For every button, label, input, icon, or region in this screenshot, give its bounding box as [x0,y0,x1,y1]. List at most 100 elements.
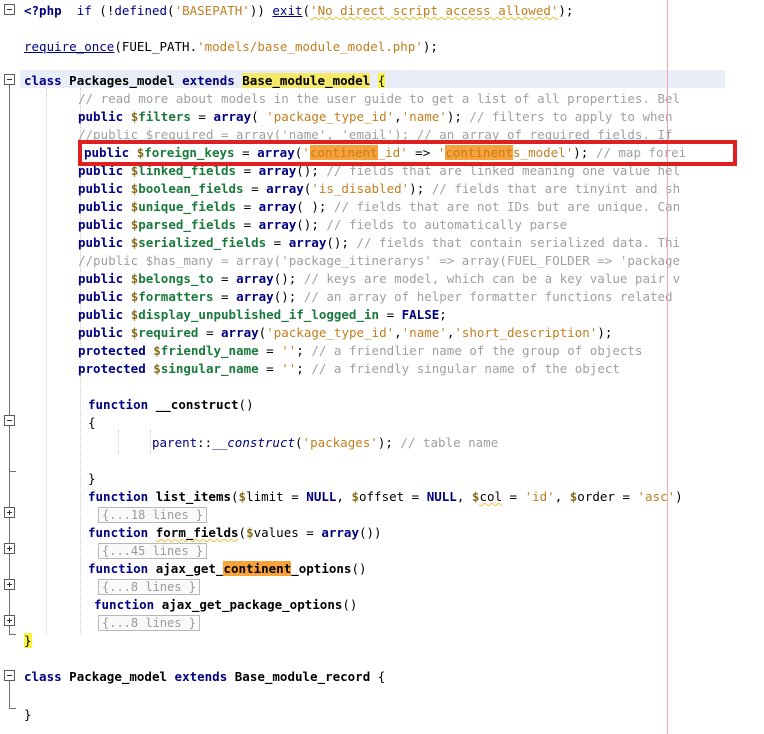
token-comment: // keys are model, which can be a key va… [303,271,681,286]
fold-toggle-collapse-php[interactable] [4,4,15,15]
token-comment: // a friendlier name of the group of obj… [311,343,643,358]
token-string-is-disabled: 'is_disabled' [311,181,410,196]
code-line-15-commented-out[interactable]: //public $has_many = array('package_itin… [78,252,680,270]
token-dollar: $ [153,343,161,358]
token-keyword-function: function [88,561,149,576]
token-var-friendly-name: friendly_name [160,343,259,358]
code-line-7[interactable]: public $filters = array( 'package_type_i… [78,108,673,126]
token-var-serialized-fields: serialized_fields [138,235,267,250]
token-visibility-public: public [78,235,124,250]
code-line-18[interactable]: public $display_unpublished_if_logged_in… [78,306,447,324]
code-line-28-list-items-signature[interactable]: function list_items($limit = NULL, $offs… [88,488,683,506]
token-keyword-extends: extends [174,669,228,684]
code-line-13[interactable]: public $parsed_fields = array(); // fiel… [78,216,567,234]
fold-toggle-collapse-class[interactable] [4,74,15,85]
token-visibility-public: public [78,289,124,304]
token-keyword-function: function [88,397,149,412]
code-line-20[interactable]: protected $friendly_name = ''; // a frie… [78,342,642,360]
token-var-parsed-fields: parsed_fields [138,217,237,232]
code-line-38-class-record-declaration[interactable]: class Package_model extends Base_module_… [24,668,385,686]
code-line-25-parent-construct[interactable]: parent::__construct('packages'); // tabl… [152,434,498,452]
token-fn-construct: __construct [155,397,239,412]
token-visibility-protected: protected [78,343,146,358]
code-line-12[interactable]: public $unique_fields = array( ); // fie… [78,198,680,216]
code-line-5-class-declaration[interactable]: class Packages_model extends Base_module… [24,72,386,90]
token-fn-ajax-get-package-options: ajax_get_package_options [161,597,343,612]
token-close-brace-matched: } [24,633,32,648]
code-line-24-open-brace[interactable]: { [88,414,96,432]
fold-bracket-line-record [9,681,10,708]
token-visibility-protected: protected [78,361,146,376]
token-string-short-description: 'short_description' [454,325,598,340]
fold-gutter[interactable] [0,0,20,734]
token-visibility-public: public [78,163,124,178]
token-defined: defined [114,3,168,18]
code-line-9-foreign-keys[interactable]: public $foreign_keys = array('continent_… [84,144,686,162]
token-visibility-public: public [78,109,124,124]
code-line-36-class-close-brace[interactable]: } [24,632,32,650]
code-line-21[interactable]: protected $singular_name = ''; // a frie… [78,360,620,378]
token-fn-construct: __construct [212,435,296,450]
token-fn-array: array [258,199,297,214]
code-line-27-close-brace[interactable]: } [88,470,96,488]
fold-toggle-expand-form-fields[interactable] [4,543,15,554]
token-comment: // an array of helper formatter function… [303,289,673,304]
code-line-30-form-fields-signature[interactable]: function form_fields($values = array()) [88,524,382,542]
token-keyword-extends: extends [182,73,235,88]
token-comment: // fields to automatically parse [326,217,568,232]
token-require-once: require_once [24,39,115,54]
token-string-name: 'name' [401,325,447,340]
code-line-8-commented-out[interactable]: //public $required = array('name', 'emai… [78,126,673,144]
code-line-34-ajax-get-package-options[interactable]: function ajax_get_package_options() [94,596,357,614]
code-line-33-fold-chip[interactable]: {...8 lines } [98,578,200,596]
right-margin-guide [667,0,668,734]
collapsed-fold-chip[interactable]: {...8 lines } [98,578,200,595]
token-keyword-function: function [94,597,155,612]
token-var-singular-name: singular_name [160,361,259,376]
token-var-boolean-fields: boolean_fields [138,181,244,196]
code-line-14[interactable]: public $serialized_fields = array(); // … [78,234,680,252]
token-comment: // filters to apply to when [469,109,673,124]
code-line-6-comment[interactable]: // read more about models in the user gu… [78,90,680,108]
collapsed-fold-chip[interactable]: {...8 lines } [98,614,200,631]
indent-guide [150,430,151,454]
code-line-3[interactable]: require_once(FUEL_PATH.'models/base_modu… [24,38,438,56]
code-line-16[interactable]: public $belongs_to = array(); // keys ar… [78,270,680,288]
code-line-17[interactable]: public $formatters = array(); // an arra… [78,288,673,306]
indent-guide [46,88,47,634]
token-fn-array: array [288,235,327,250]
code-line-35-fold-chip[interactable]: {...8 lines } [98,614,200,632]
token-exit: exit [272,3,303,18]
token-string-empty: '' [281,343,297,358]
token-string-package-type-id: 'package_type_id' [266,109,395,124]
token-class-name-record: Package_model [69,669,168,684]
code-line-29-fold-chip[interactable]: {...18 lines } [98,506,208,524]
fold-toggle-collapse-class-record[interactable] [4,670,15,681]
token-fn-array: array [236,289,274,304]
token-var-unique-fields: unique_fields [138,199,237,214]
token-dollar: $ [246,525,254,540]
code-line-1[interactable]: <?php if (!defined('BASEPATH')) exit('No… [24,2,573,20]
code-line-23-construct-signature[interactable]: function __construct() [88,396,254,414]
token-visibility-public: public [78,181,124,196]
fold-toggle-expand-list-items[interactable] [4,507,15,518]
fold-toggle-expand-ajax-continent[interactable] [4,579,15,590]
collapsed-fold-chip[interactable]: {...18 lines } [98,506,208,523]
code-editor[interactable]: <?php if (!defined('BASEPATH')) exit('No… [0,0,764,734]
search-match-2: continent [445,145,514,160]
collapsed-fold-chip[interactable]: {...45 lines } [98,542,208,559]
code-line-19[interactable]: public $required = array('package_type_i… [78,324,612,342]
code-line-32-ajax-get-continent-options[interactable]: function ajax_get_continent_options() [88,560,367,578]
search-match-1: continent [309,145,378,160]
fold-toggle-collapse-construct[interactable] [4,415,15,426]
code-line-31-fold-chip[interactable]: {...45 lines } [98,542,208,560]
token-visibility-public: public [84,145,130,160]
token-visibility-public: public [78,307,124,322]
code-line-40-close-brace[interactable]: } [24,706,32,724]
code-line-11[interactable]: public $boolean_fields = array('is_disab… [78,180,680,198]
token-comment: // table name [400,435,499,450]
fold-bracket-end [9,634,16,635]
token-comment: // map forei [595,145,687,160]
code-line-10[interactable]: public $linked_fields = array(); // fiel… [78,162,680,180]
fold-toggle-expand-ajax-package[interactable] [4,615,15,626]
